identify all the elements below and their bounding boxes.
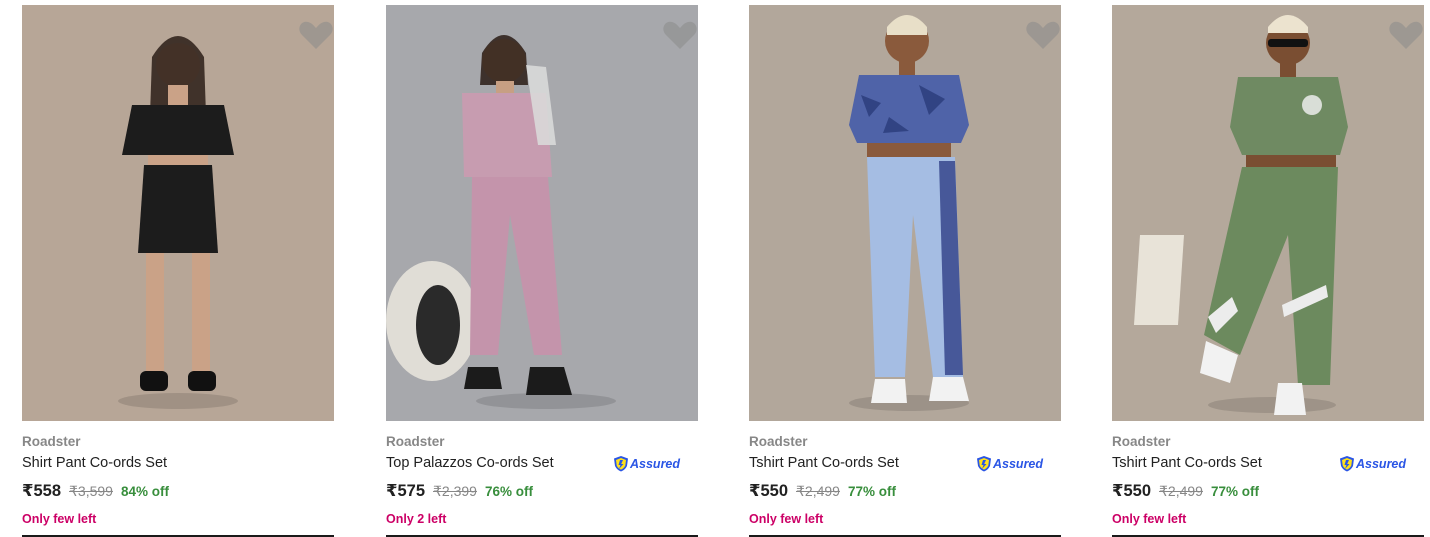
wishlist-heart-icon[interactable]: [1025, 19, 1061, 51]
selling-price: ₹550: [1112, 482, 1152, 500]
product-brand: Roadster: [1112, 434, 1171, 449]
assured-shield-icon: [977, 456, 991, 472]
discount-percent: 77% off: [847, 484, 896, 499]
wishlist-heart-icon[interactable]: [662, 19, 698, 51]
discount-percent: 77% off: [1210, 484, 1259, 499]
assured-label: Assured: [1356, 456, 1407, 471]
original-price: ₹2,499: [1159, 483, 1203, 499]
product-title[interactable]: Tshirt Pant Co-ords Set: [749, 455, 899, 471]
product-photo: [749, 5, 1061, 421]
product-title[interactable]: Tshirt Pant Co-ords Set: [1112, 455, 1262, 471]
selling-price: ₹575: [386, 482, 426, 500]
original-price: ₹2,399: [433, 483, 477, 499]
original-price: ₹2,499: [796, 483, 840, 499]
price-row: ₹575 ₹2,399 76% off: [386, 481, 533, 501]
product-image[interactable]: [386, 5, 698, 421]
discount-percent: 76% off: [484, 484, 533, 499]
product-brand: Roadster: [22, 434, 81, 449]
product-brand: Roadster: [749, 434, 808, 449]
product-photo: [1112, 5, 1424, 421]
stock-status: Only few left: [1112, 512, 1187, 526]
selling-price: ₹550: [749, 482, 789, 500]
original-price: ₹3,599: [69, 483, 113, 499]
stock-status: Only few left: [749, 512, 824, 526]
tyre: [386, 261, 478, 381]
product-card[interactable]: Roadster Tshirt Pant Co-ords Set Assured…: [749, 5, 1061, 537]
product-image[interactable]: [22, 5, 334, 421]
assured-badge: Assured: [613, 455, 680, 472]
assured-badge: Assured: [976, 455, 1043, 472]
stock-status: Only 2 left: [386, 512, 447, 526]
product-title[interactable]: Shirt Pant Co-ords Set: [22, 455, 167, 471]
product-image[interactable]: [749, 5, 1061, 421]
product-card[interactable]: Roadster Shirt Pant Co-ords Set ₹558 ₹3,…: [22, 5, 334, 537]
product-photo: [386, 5, 698, 421]
product-card[interactable]: Roadster Top Palazzos Co-ords Set Assure…: [386, 5, 698, 537]
product-card[interactable]: Roadster Tshirt Pant Co-ords Set Assured…: [1112, 5, 1424, 537]
discount-percent: 84% off: [120, 484, 169, 499]
selling-price: ₹558: [22, 482, 62, 500]
wishlist-heart-icon[interactable]: [298, 19, 334, 51]
wishlist-heart-icon[interactable]: [1388, 19, 1424, 51]
assured-label: Assured: [630, 456, 681, 471]
assured-shield-icon: [1340, 456, 1354, 472]
price-row: ₹550 ₹2,499 77% off: [1112, 481, 1259, 501]
assured-shield-icon: [614, 456, 628, 472]
price-row: ₹558 ₹3,599 84% off: [22, 481, 169, 501]
assured-badge: Assured: [1339, 455, 1406, 472]
product-image[interactable]: [1112, 5, 1424, 421]
product-photo: [22, 5, 334, 421]
stock-status: Only few left: [22, 512, 97, 526]
product-brand: Roadster: [386, 434, 445, 449]
price-row: ₹550 ₹2,499 77% off: [749, 481, 896, 501]
assured-label: Assured: [993, 456, 1044, 471]
product-title[interactable]: Top Palazzos Co-ords Set: [386, 455, 554, 471]
